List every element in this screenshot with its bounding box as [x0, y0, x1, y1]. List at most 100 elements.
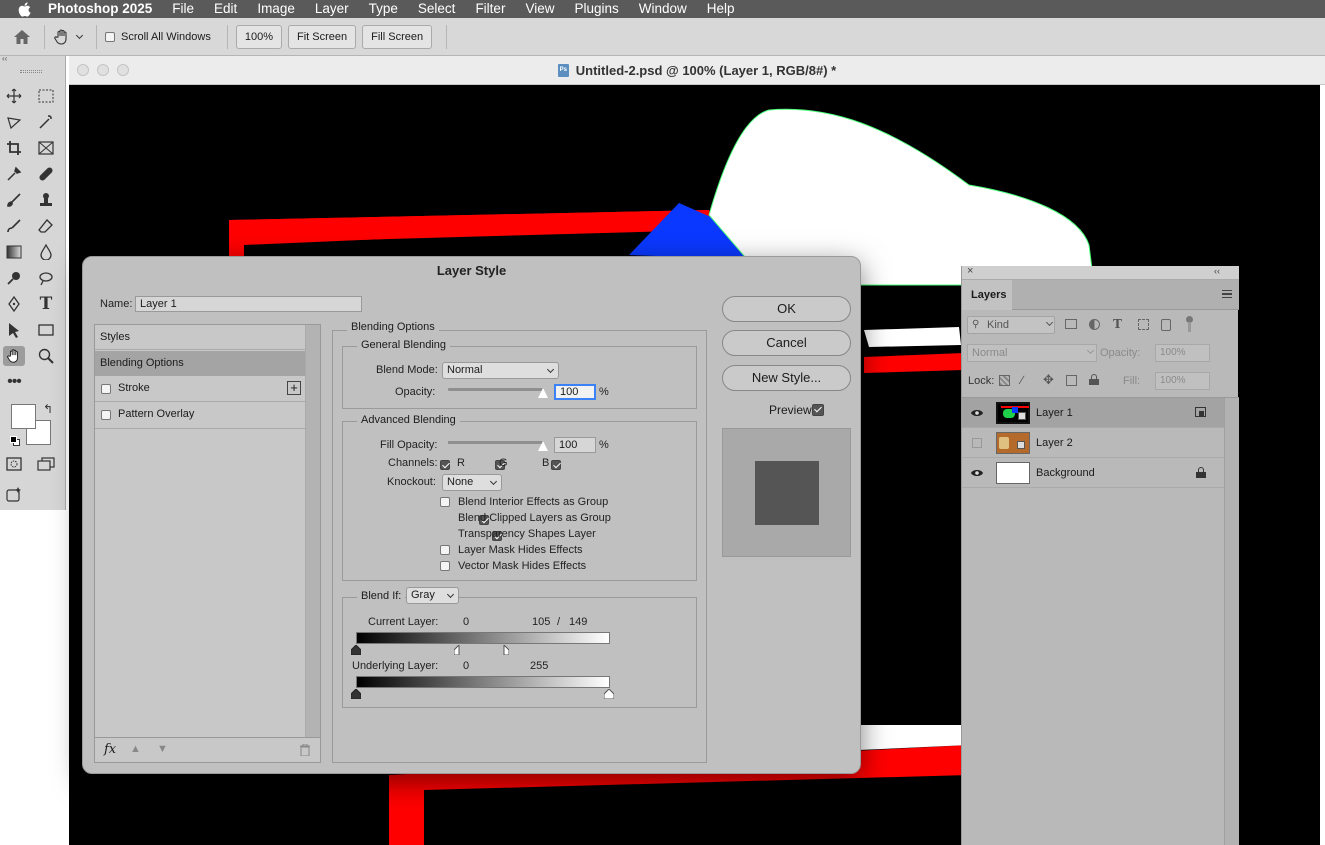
- current-layer-white-right-thumb[interactable]: [503, 643, 510, 656]
- frame-tool-icon[interactable]: [35, 138, 57, 158]
- pen-tool-icon[interactable]: [3, 294, 25, 314]
- scroll-all-windows-checkbox[interactable]: [105, 31, 115, 42]
- menu-filter[interactable]: Filter: [465, 0, 515, 18]
- fit-screen-button[interactable]: Fit Screen: [288, 24, 357, 49]
- lock-transparent-icon[interactable]: [999, 375, 1010, 386]
- layer-name[interactable]: Layer 1: [1036, 407, 1073, 419]
- fill-opacity-input[interactable]: 100: [554, 437, 596, 453]
- filter-adjustment-icon[interactable]: [1089, 319, 1100, 330]
- fx-icon[interactable]: fx: [104, 742, 116, 757]
- visibility-toggle-empty[interactable]: [972, 438, 982, 448]
- smudge-lasso-icon[interactable]: [35, 268, 57, 288]
- stroke-checkbox[interactable]: [101, 384, 111, 394]
- opacity-slider-track[interactable]: [448, 388, 543, 391]
- layer-opacity-input[interactable]: 100%: [1155, 344, 1210, 362]
- screen-mode-icon[interactable]: [35, 454, 57, 474]
- visibility-eye-icon[interactable]: [971, 468, 983, 480]
- brush-tool-icon[interactable]: [3, 190, 25, 210]
- menu-edit[interactable]: Edit: [204, 0, 247, 18]
- cancel-button[interactable]: Cancel: [722, 330, 851, 356]
- close-window-icon[interactable]: [77, 64, 89, 76]
- healing-brush-icon[interactable]: [35, 164, 57, 184]
- current-layer-white-left-thumb[interactable]: [453, 643, 460, 656]
- blend-interior-checkbox[interactable]: [440, 497, 450, 507]
- stamp-tool-icon[interactable]: [35, 190, 57, 210]
- zoom-100-button[interactable]: 100%: [235, 24, 282, 49]
- move-down-icon[interactable]: ▼: [157, 743, 168, 755]
- pattern-overlay-checkbox[interactable]: [101, 410, 111, 420]
- zoom-window-icon[interactable]: [117, 64, 129, 76]
- styles-scrollbar[interactable]: [305, 325, 320, 737]
- menu-app-name[interactable]: Photoshop 2025: [48, 0, 162, 18]
- menu-window[interactable]: Window: [629, 0, 697, 18]
- move-up-icon[interactable]: ▲: [130, 743, 141, 755]
- pattern-overlay-item[interactable]: Pattern Overlay: [95, 403, 305, 429]
- foreground-color-swatch[interactable]: [11, 404, 36, 429]
- dodge-tool-icon[interactable]: [3, 268, 25, 288]
- hand-tool-preset[interactable]: [53, 28, 84, 46]
- gradient-tool-icon[interactable]: [3, 242, 25, 262]
- blend-if-select[interactable]: Gray: [406, 587, 459, 604]
- layer-row[interactable]: Background: [962, 458, 1224, 488]
- eraser-tool-icon[interactable]: [35, 216, 57, 236]
- magic-wand-icon[interactable]: [35, 112, 57, 132]
- layer-fill-input[interactable]: 100%: [1155, 372, 1210, 390]
- preview-checkbox[interactable]: [812, 404, 825, 416]
- channel-b-checkbox[interactable]: [551, 460, 562, 470]
- quick-mask-icon[interactable]: [3, 454, 25, 474]
- menu-image[interactable]: Image: [247, 0, 305, 18]
- blending-options-item[interactable]: Blending Options: [95, 351, 305, 376]
- home-icon[interactable]: [0, 29, 44, 45]
- filter-shape-icon[interactable]: [1138, 319, 1149, 330]
- hand-tool-icon[interactable]: [3, 346, 25, 366]
- layer-mask-hides-checkbox[interactable]: [440, 545, 450, 555]
- generative-fill-icon[interactable]: [3, 484, 25, 504]
- collapse-panel-icon[interactable]: ‹‹: [1214, 266, 1220, 276]
- filter-type-icon[interactable]: T: [1113, 317, 1122, 331]
- fill-opacity-slider-track[interactable]: [448, 441, 543, 444]
- menu-help[interactable]: Help: [697, 0, 745, 18]
- fill-screen-button[interactable]: Fill Screen: [362, 24, 433, 49]
- default-colors-icon[interactable]: [10, 436, 20, 446]
- menu-type[interactable]: Type: [359, 0, 408, 18]
- underlying-layer-black-thumb[interactable]: [350, 688, 362, 700]
- layer-row[interactable]: Layer 1: [962, 398, 1224, 428]
- lock-artboard-icon[interactable]: [1066, 375, 1077, 386]
- trash-icon[interactable]: [300, 743, 310, 759]
- styles-header[interactable]: Styles: [95, 325, 305, 350]
- chevron-down-icon[interactable]: [75, 31, 84, 39]
- filter-pixel-icon[interactable]: [1065, 319, 1077, 329]
- menu-plugins[interactable]: Plugins: [564, 0, 628, 18]
- filter-toggle-icon[interactable]: [1184, 316, 1194, 334]
- rectangle-tool-icon[interactable]: [35, 320, 57, 340]
- panel-menu-icon[interactable]: [1222, 290, 1232, 298]
- crop-tool-icon[interactable]: [3, 138, 25, 158]
- vector-mask-hides-checkbox[interactable]: [440, 561, 450, 571]
- knockout-select[interactable]: None: [442, 474, 502, 491]
- filter-kind-select[interactable]: ⚲ Kind: [967, 316, 1055, 334]
- menu-layer[interactable]: Layer: [305, 0, 359, 18]
- layer-blend-mode-select[interactable]: Normal: [967, 344, 1097, 362]
- blend-mode-select[interactable]: Normal: [442, 362, 559, 379]
- blur-tool-icon[interactable]: [35, 242, 57, 262]
- layer-name[interactable]: Layer 2: [1036, 437, 1073, 449]
- close-panel-icon[interactable]: ×: [967, 265, 973, 277]
- grip-icon[interactable]: [20, 70, 42, 73]
- menu-view[interactable]: View: [515, 0, 564, 18]
- new-style-button[interactable]: New Style...: [722, 365, 851, 391]
- lock-brush-icon[interactable]: ∕: [1021, 373, 1023, 387]
- layer-effects-icon[interactable]: [1195, 407, 1206, 417]
- eyedropper-icon[interactable]: [3, 164, 25, 184]
- type-tool-icon[interactable]: T: [35, 294, 57, 314]
- layer-name[interactable]: Background: [1036, 467, 1095, 479]
- stroke-item[interactable]: Stroke +: [95, 376, 305, 402]
- lock-position-icon[interactable]: ✥: [1043, 372, 1054, 388]
- history-brush-icon[interactable]: [3, 216, 25, 236]
- zoom-tool-icon[interactable]: [35, 346, 57, 366]
- swap-colors-icon[interactable]: ↰: [43, 402, 53, 416]
- channel-r-checkbox[interactable]: [440, 460, 450, 470]
- visibility-eye-icon[interactable]: [971, 408, 983, 420]
- path-selection-icon[interactable]: [3, 320, 25, 340]
- name-input[interactable]: Layer 1: [135, 296, 362, 312]
- tab-layers[interactable]: Layers: [962, 280, 1012, 310]
